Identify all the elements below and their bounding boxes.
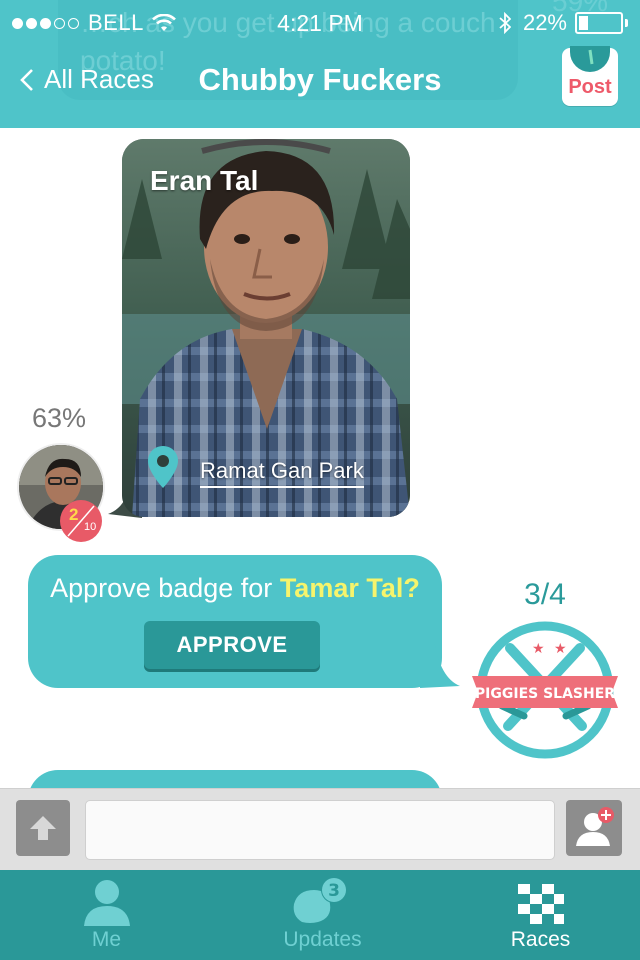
updates-bubble-icon: 3 [293,877,347,923]
scale-icon [570,46,610,72]
message-input[interactable] [85,800,555,860]
svg-text:★: ★ [554,641,567,657]
badge-count: 3/4 [524,578,566,611]
upload-button[interactable] [16,800,70,856]
post-button[interactable]: Post [562,46,618,106]
rank-total: 10 [84,521,97,533]
tab-me-label: Me [91,928,122,951]
bluetooth-icon [499,12,511,34]
tab-updates[interactable]: 3 Updates [216,870,429,960]
badge-name: PIGGIES SLASHER [475,686,615,702]
updates-count-badge: 3 [328,881,340,901]
page-title: Chubby Fuckers [198,62,442,97]
battery-icon [575,12,623,34]
tab-races-label: Races [510,928,571,951]
approve-button[interactable]: APPROVE [144,621,320,669]
location-link[interactable]: Ramat Gan Park [200,458,364,488]
post-label: Post [568,76,612,98]
tab-me[interactable]: Me [0,870,213,960]
arrow-up-icon [30,816,56,840]
tab-races[interactable]: Races [434,870,640,960]
approve-bubble-tail [420,640,460,688]
svg-text:★: ★ [532,641,545,657]
rank-number: 2 [69,505,79,524]
add-person-icon [576,807,614,846]
battery-percent: 22% [522,10,567,35]
tab-updates-label: Updates [283,928,362,951]
person-icon [83,880,130,926]
invite-button[interactable] [566,800,622,856]
checkered-flag-icon [517,884,564,924]
approve-target-name: Tamar Tal? [279,573,420,603]
approve-request-text: Approve badge for Tamar Tal? [28,573,442,604]
piggies-slasher-badge[interactable]: ★ ★ PIGGIES SLASHER [470,620,620,760]
approve-prefix: Approve badge for [50,573,280,603]
location-pin-icon [148,446,178,488]
progress-percent: 63% [32,403,87,433]
battery-status: 22% [499,6,628,40]
poster-name: Eran Tal [150,165,259,196]
